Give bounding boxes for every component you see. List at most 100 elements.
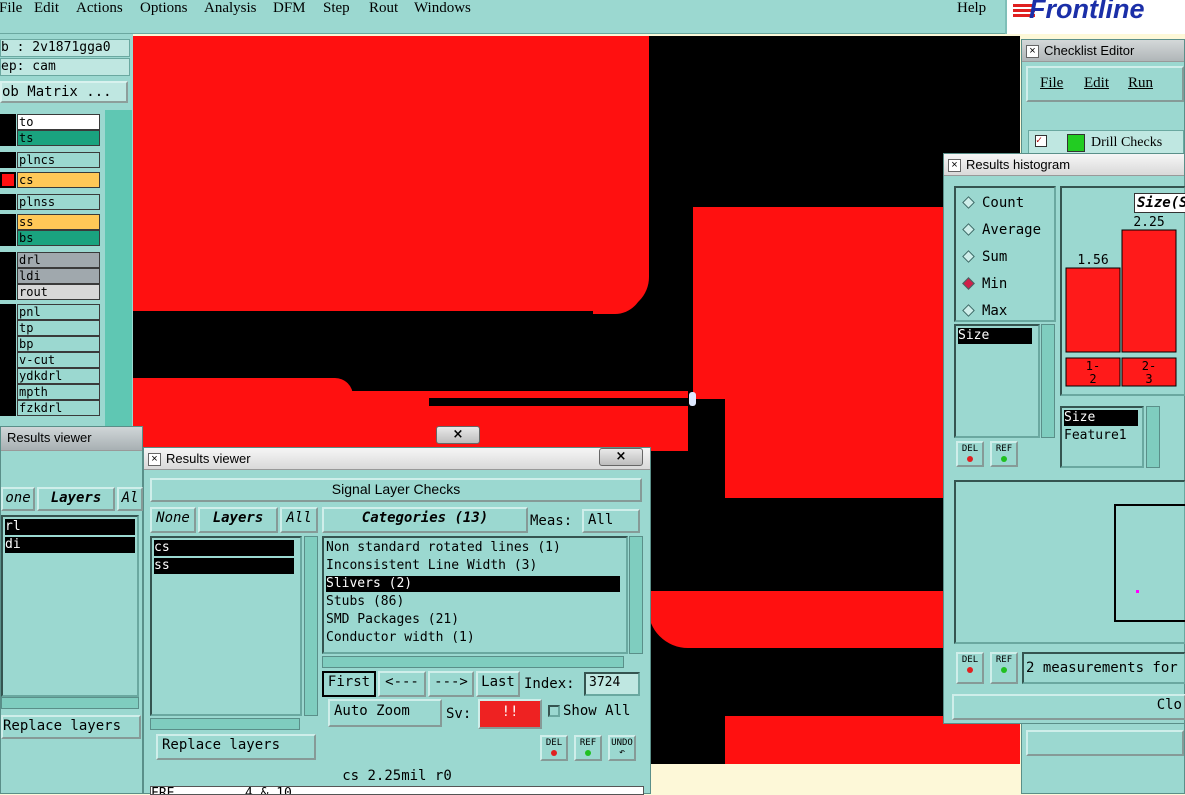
checklist-menu-file[interactable]: File (1040, 75, 1063, 92)
layers-button[interactable]: Layers (198, 507, 278, 533)
del-button[interactable]: DEL (540, 735, 568, 761)
layer-color-swatch[interactable] (0, 400, 16, 416)
layer-item-v-cut[interactable]: v-cut (0, 352, 104, 368)
layer-color-swatch[interactable] (0, 304, 16, 320)
layer-color-swatch[interactable] (0, 230, 16, 246)
checklist-menu-edit[interactable]: Edit (1084, 75, 1109, 92)
layer-item-rout[interactable]: rout (0, 284, 104, 300)
layer-color-swatch[interactable] (0, 194, 16, 210)
undo-button[interactable]: UNDO ↶ (608, 735, 636, 761)
field-vscroll[interactable] (1146, 406, 1160, 468)
layer-color-swatch[interactable] (0, 114, 16, 130)
measure-row-size[interactable]: Size (958, 328, 1032, 344)
layer-color-swatch[interactable] (0, 152, 16, 168)
layer-listbox-hscroll[interactable] (1, 697, 139, 709)
menu-options[interactable]: Options (138, 0, 190, 16)
severity-dropdown[interactable]: !! (478, 699, 542, 729)
mode-radio-count[interactable]: Count (962, 194, 1052, 214)
menu-step[interactable]: Step (321, 0, 352, 16)
layer-listbox-vscroll[interactable] (304, 536, 318, 716)
results-viewer-close-button[interactable]: × (599, 448, 643, 466)
layer-color-swatch[interactable] (0, 284, 16, 300)
layer-row[interactable]: rl (5, 519, 135, 535)
layer-item-to[interactable]: to (0, 114, 104, 130)
category-row[interactable]: Non standard rotated lines (1) (326, 540, 620, 556)
ref-button[interactable]: REF (574, 735, 602, 761)
layer-listbox[interactable]: rl di (1, 515, 139, 697)
layer-row-cs[interactable]: cs (154, 540, 294, 556)
layer-item-tp[interactable]: tp (0, 320, 104, 336)
layer-item-plncs[interactable]: plncs (0, 152, 104, 168)
checklist-menu-run[interactable]: Run (1128, 75, 1153, 92)
layer-color-swatch[interactable] (0, 336, 16, 352)
radio-diamond-icon[interactable] (962, 250, 975, 263)
mode-radio-min[interactable]: Min (962, 275, 1052, 295)
replace-layers-dropdown[interactable]: Replace layers (1, 715, 141, 739)
layers-button[interactable]: Layers (37, 487, 115, 511)
layer-color-swatch[interactable] (0, 320, 16, 336)
field-row-size[interactable]: Size (1064, 410, 1138, 426)
layer-listbox-hscroll[interactable] (150, 718, 300, 730)
layer-list-scrollbar[interactable] (105, 110, 132, 434)
ref-button[interactable]: REF (990, 652, 1018, 684)
layer-item-pnl[interactable]: pnl (0, 304, 104, 320)
category-row[interactable]: Conductor width (1) (326, 630, 620, 646)
layer-row-ss[interactable]: ss (154, 558, 294, 574)
nav-last-button[interactable]: Last (476, 671, 520, 697)
histogram-bar[interactable] (1121, 229, 1177, 353)
layer-row[interactable]: di (5, 537, 135, 553)
del-button[interactable]: DEL (956, 652, 984, 684)
layers-all-button[interactable]: Al (117, 487, 143, 511)
layer-color-swatch[interactable] (0, 214, 16, 230)
categories-vscroll[interactable] (629, 536, 643, 654)
layer-color-swatch[interactable] (0, 172, 16, 188)
del-button[interactable]: DEL (956, 441, 984, 467)
radio-diamond-icon[interactable] (962, 277, 975, 290)
mode-radio-average[interactable]: Average (962, 221, 1052, 241)
nav-prev-button[interactable]: <--- (378, 671, 426, 697)
layer-item-fzkdrl[interactable]: fzkdrl (0, 400, 104, 416)
category-row[interactable]: Slivers (2) (326, 576, 620, 592)
zoom-mode-dropdown[interactable]: Auto Zoom (328, 699, 442, 727)
category-row[interactable]: Inconsistent Line Width (3) (326, 558, 620, 574)
menu-dfm[interactable]: DFM (271, 0, 308, 16)
results-viewer-back-close-button[interactable]: × (436, 426, 480, 444)
menu-help[interactable]: Help (955, 0, 988, 16)
checklist-footer-button[interactable] (1026, 730, 1184, 756)
layer-color-swatch[interactable] (0, 352, 16, 368)
layer-item-cs[interactable]: cs (0, 172, 104, 188)
radio-diamond-icon[interactable] (962, 196, 975, 209)
layer-color-swatch[interactable] (0, 130, 16, 146)
categories-button[interactable]: Categories (13) (322, 507, 528, 533)
layer-item-drl[interactable]: drl (0, 252, 104, 268)
mode-radio-max[interactable]: Max (962, 302, 1052, 322)
layers-none-button[interactable]: None (150, 507, 196, 533)
job-matrix-button[interactable]: ob Matrix ... (0, 81, 128, 103)
field-listbox[interactable]: Size Feature1 (1060, 406, 1144, 468)
layers-all-button[interactable]: All (280, 507, 318, 533)
categories-hscroll[interactable] (322, 656, 624, 668)
nav-next-button[interactable]: ---> (428, 671, 474, 697)
layer-listbox[interactable]: cs ss (150, 536, 302, 716)
menu-file[interactable]: File (0, 0, 24, 16)
field-row-feature[interactable]: Feature1 (1064, 428, 1140, 444)
index-input[interactable]: 3724 (584, 672, 640, 696)
layer-item-bs[interactable]: bs (0, 230, 104, 246)
menu-edit[interactable]: Edit (32, 0, 61, 16)
layers-none-button[interactable]: one (1, 487, 35, 511)
radio-diamond-icon[interactable] (962, 304, 975, 317)
layer-item-ts[interactable]: ts (0, 130, 104, 146)
menu-actions[interactable]: Actions (74, 0, 125, 16)
layer-item-ss[interactable]: ss (0, 214, 104, 230)
layer-color-swatch[interactable] (0, 252, 16, 268)
layer-item-bp[interactable]: bp (0, 336, 104, 352)
categories-listbox[interactable]: Non standard rotated lines (1) Inconsiste… (322, 536, 628, 654)
replace-layers-dropdown[interactable]: Replace layers (156, 734, 316, 760)
histogram-close-button[interactable]: Clo (952, 694, 1185, 720)
layer-item-plnss[interactable]: plnss (0, 194, 104, 210)
radio-diamond-icon[interactable] (962, 223, 975, 236)
check-mark-icon[interactable]: ✓ (1035, 135, 1047, 147)
meas-dropdown[interactable]: All (582, 509, 640, 533)
menu-analysis[interactable]: Analysis (202, 0, 259, 16)
layer-item-mpth[interactable]: mpth (0, 384, 104, 400)
